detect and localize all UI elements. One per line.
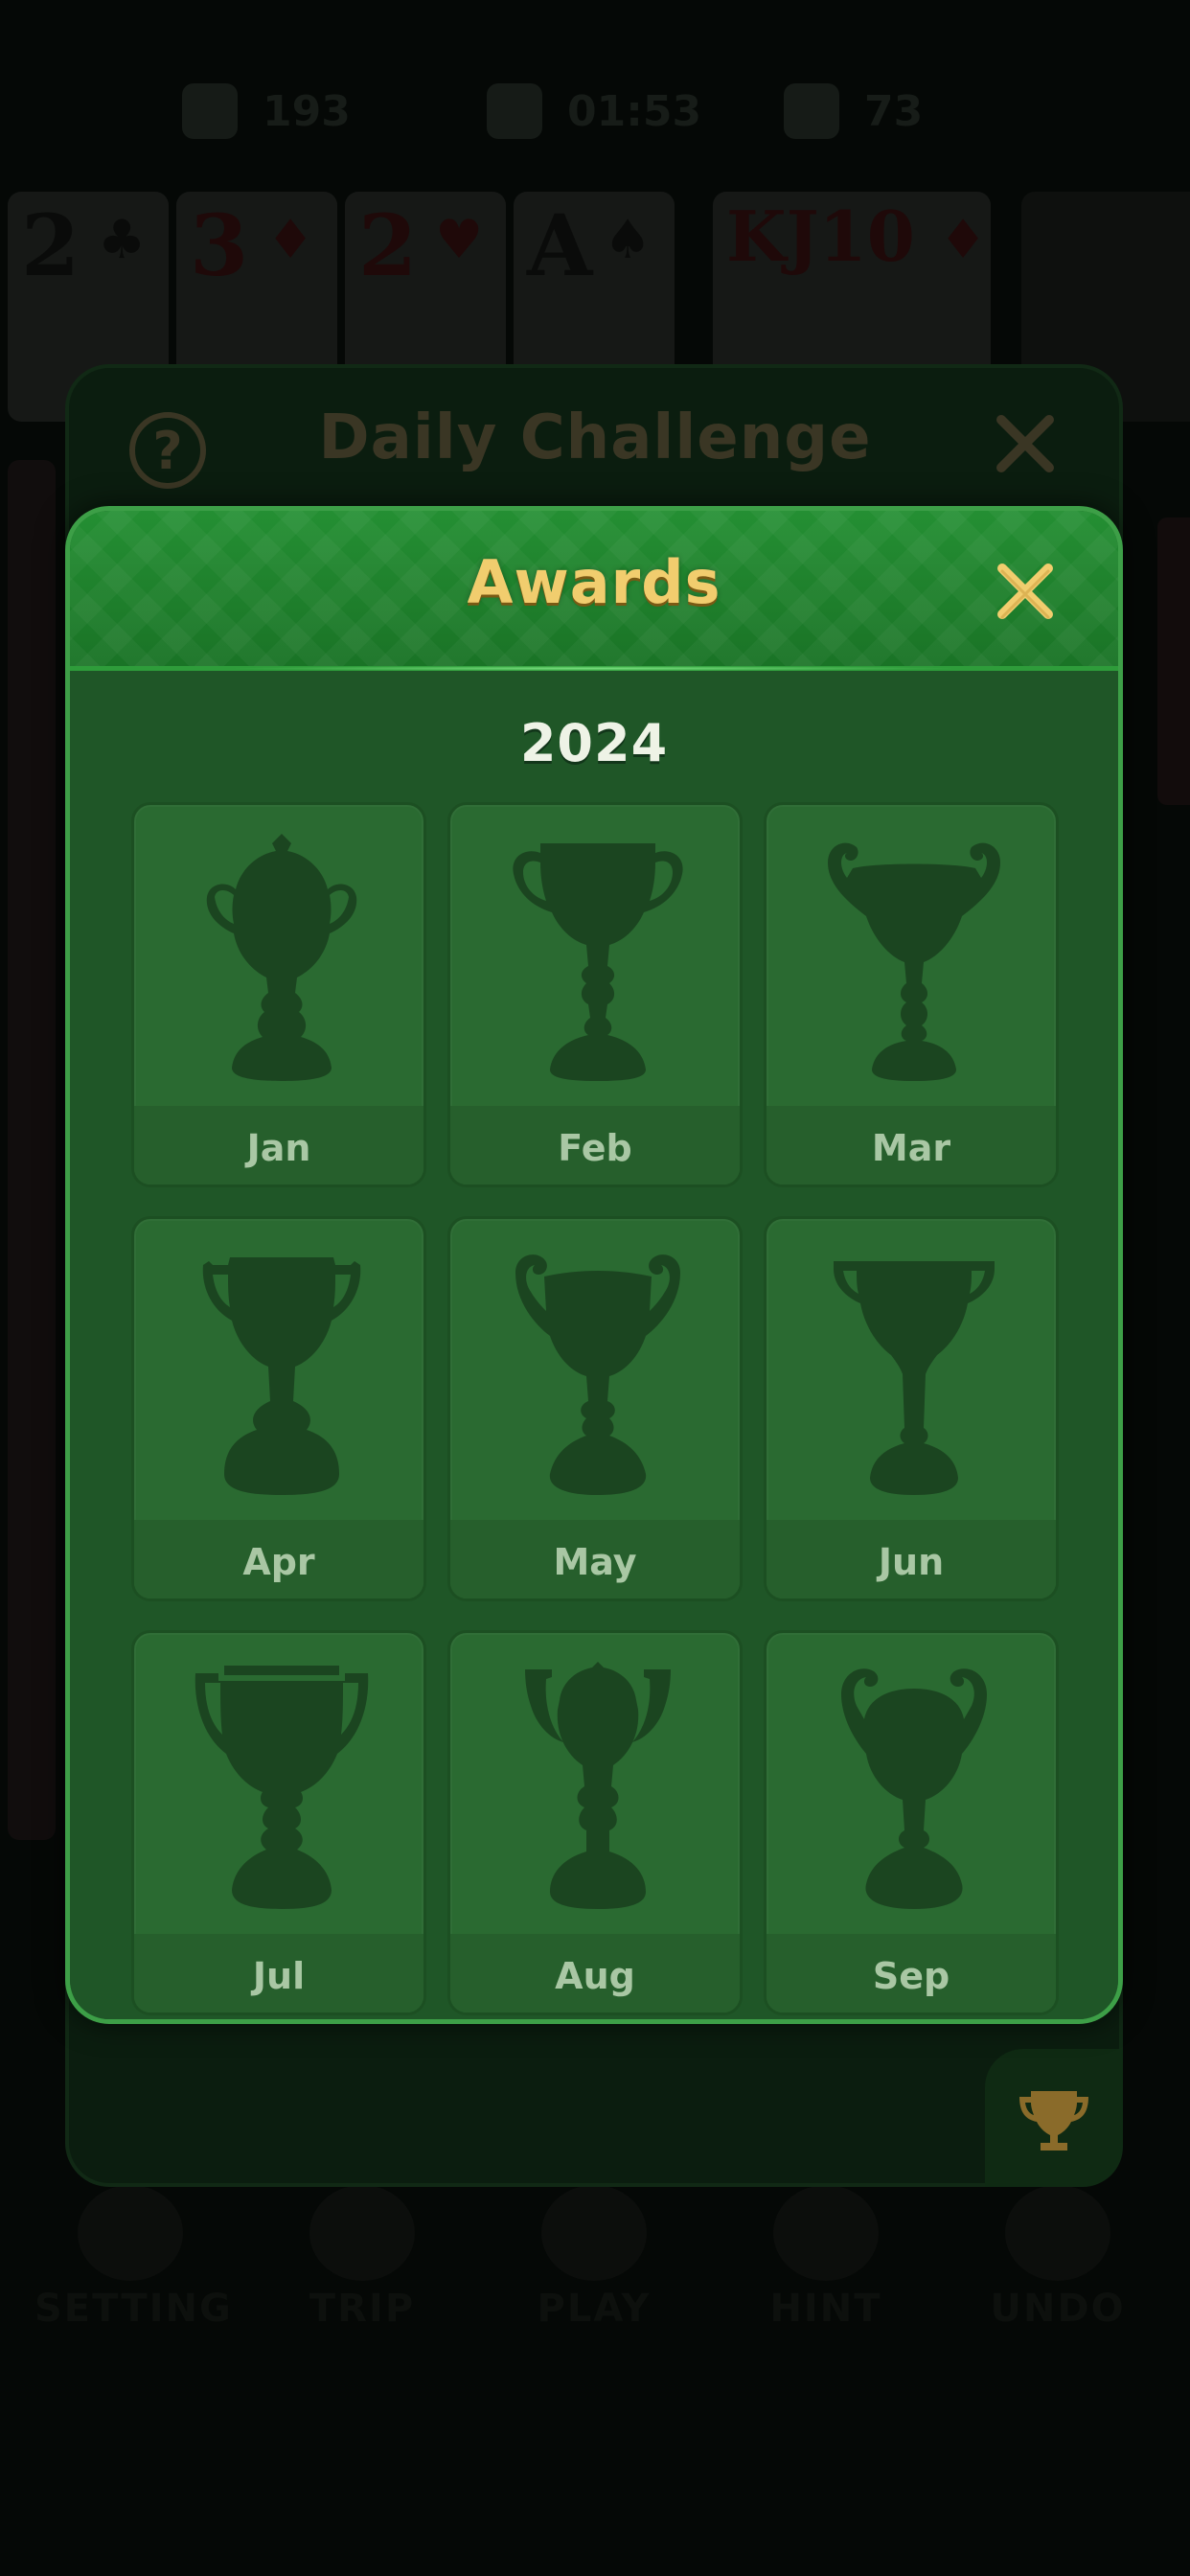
gear-icon	[78, 2185, 183, 2281]
clock-icon	[487, 83, 542, 139]
score-display: 193	[182, 82, 351, 140]
awards-tab-button[interactable]	[985, 2049, 1123, 2187]
timer-value: 01:53	[567, 86, 702, 136]
trophy-icon	[828, 842, 1000, 1081]
month-label: Jun	[878, 1541, 945, 1583]
moves-icon	[784, 83, 839, 139]
moves-value: 73	[864, 86, 924, 136]
award-tile-jul[interactable]: Jul	[131, 1630, 426, 2015]
trophy-icon	[206, 834, 357, 1081]
score-value: 193	[263, 86, 351, 136]
award-tile-mar[interactable]: Mar	[764, 802, 1059, 1187]
star-icon	[182, 83, 238, 139]
award-tile-apr[interactable]: Apr	[131, 1216, 426, 1601]
year-label: 2024	[519, 713, 669, 773]
map-icon	[309, 2185, 415, 2281]
undo-icon	[1005, 2185, 1110, 2281]
award-tile-aug[interactable]: Aug	[447, 1630, 743, 2015]
modal-body: 2024 Jan Feb Mar Apr May Jun Jul Aug Sep	[70, 671, 1118, 2019]
lightbulb-icon	[773, 2185, 879, 2281]
trophy-icon	[195, 1666, 369, 1909]
help-icon[interactable]: ?	[129, 412, 206, 489]
trip-button: TRIP	[266, 2185, 458, 2358]
close-icon[interactable]	[992, 410, 1059, 477]
tableau-column-left	[8, 460, 56, 1840]
award-tile-feb[interactable]: Feb	[447, 802, 743, 1187]
trophy-icon	[513, 843, 683, 1081]
award-tile-jun[interactable]: Jun	[764, 1216, 1059, 1601]
undo-button: UNDO	[962, 2185, 1154, 2358]
month-label: Sep	[872, 1955, 950, 1997]
trophy-icon	[525, 1662, 671, 1909]
trophy-icon	[834, 1261, 995, 1495]
trophy-icon	[515, 1254, 680, 1495]
award-tile-jan[interactable]: Jan	[131, 802, 426, 1187]
trophy-icon	[841, 1668, 987, 1909]
timer-display: 01:53	[487, 82, 701, 140]
month-label: May	[553, 1541, 637, 1583]
moves-display: 73	[784, 82, 923, 140]
daily-challenge-title: Daily Challenge	[318, 402, 872, 473]
cards-icon	[541, 2185, 647, 2281]
month-label: Aug	[555, 1955, 635, 1997]
month-label: Jan	[246, 1127, 311, 1169]
month-label: Mar	[871, 1127, 951, 1169]
close-icon[interactable]	[993, 559, 1058, 624]
month-label: Feb	[558, 1127, 632, 1169]
tableau-column-right	[1157, 518, 1190, 805]
play-button: PLAY	[498, 2185, 690, 2358]
hint-button: HINT	[730, 2185, 922, 2358]
modal-title: Awards	[467, 547, 721, 617]
modal-header: Awards	[70, 511, 1118, 671]
trophy-icon	[202, 1257, 361, 1495]
award-tile-sep[interactable]: Sep	[764, 1630, 1059, 2015]
award-tile-may[interactable]: May	[447, 1216, 743, 1601]
month-label: Jul	[252, 1955, 306, 1997]
month-label: Apr	[242, 1541, 315, 1583]
awards-modal: Awards 2024 Jan Feb Mar Apr May Jun Jul …	[65, 506, 1123, 2024]
setting-button: SETTING	[34, 2185, 231, 2358]
trophy-icon	[1019, 2091, 1088, 2150]
